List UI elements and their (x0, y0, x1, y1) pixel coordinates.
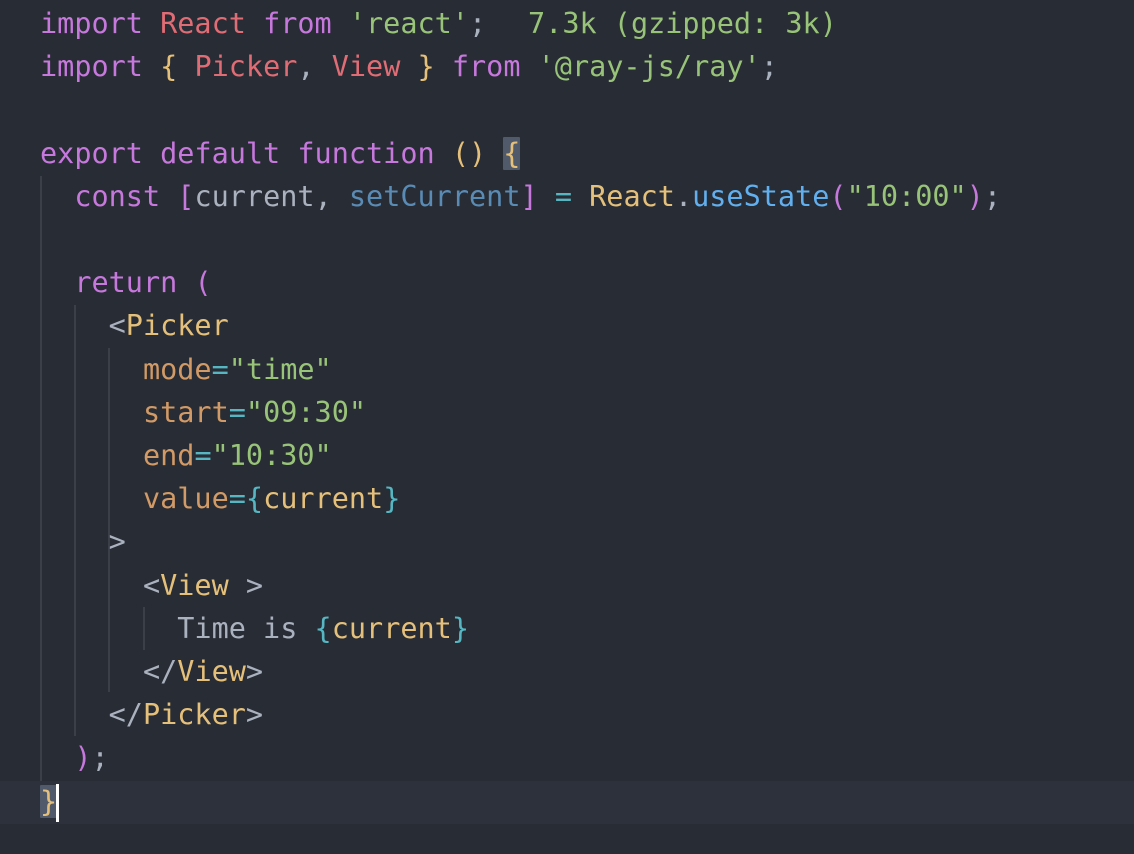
code-token: mode (40, 353, 212, 386)
code-token: } (383, 482, 401, 515)
code-token: Picker (194, 50, 298, 83)
code-token: current (331, 612, 452, 645)
code-token: = (211, 353, 229, 386)
code-token: setCurrent (348, 180, 521, 213)
code-token: } (451, 612, 469, 645)
code-token: </ (40, 698, 143, 731)
code-token: </ (40, 655, 178, 688)
code-token: { (160, 50, 195, 83)
code-line[interactable]: </View> (40, 650, 263, 693)
code-token: , (297, 50, 332, 83)
code-token: < (40, 309, 126, 342)
code-token: ; (91, 741, 109, 774)
code-token: ) (966, 180, 984, 213)
code-token: React (160, 7, 264, 40)
code-token: () (451, 137, 504, 170)
code-line[interactable]: const [current, setCurrent] = React.useS… (40, 175, 1001, 218)
code-token: View (160, 569, 246, 602)
code-token: Picker (125, 309, 229, 342)
text-cursor (56, 784, 59, 822)
code-token: from (451, 50, 538, 83)
code-line[interactable]: <Picker (40, 304, 229, 347)
code-line[interactable]: </Picker> (40, 693, 263, 736)
code-token: React (589, 180, 675, 213)
code-token: < (40, 569, 161, 602)
code-token: . (674, 180, 693, 213)
code-token: [ (177, 180, 195, 213)
code-token: ; (468, 7, 487, 40)
code-line[interactable]: end="10:30" (40, 434, 332, 477)
code-token: > (40, 525, 126, 558)
code-token: = (228, 396, 246, 429)
code-token: current (194, 180, 315, 213)
code-token: Picker (142, 698, 246, 731)
import-cost-hint: 7.3k (gzipped: 3k) (528, 7, 837, 40)
code-token: return (40, 266, 195, 299)
code-token: current (263, 482, 384, 515)
code-token: const (40, 180, 178, 213)
code-line[interactable]: import React from 'react'; (40, 2, 486, 45)
code-token: = (554, 180, 590, 213)
code-line[interactable]: ); (40, 736, 109, 779)
code-line[interactable]: start="09:30" (40, 391, 366, 434)
code-token: "09:30" (245, 396, 367, 429)
code-token: end (40, 439, 195, 472)
code-token: '@ray-js/ray' (537, 50, 761, 83)
code-token: useState (692, 180, 830, 213)
code-token: { (314, 612, 332, 645)
code-line[interactable]: } (40, 780, 58, 823)
code-token: "10:30" (211, 439, 332, 472)
code-line[interactable]: > (40, 520, 126, 563)
code-token: = (194, 439, 212, 472)
code-token: View (177, 655, 246, 688)
code-line[interactable]: value={current} (40, 477, 400, 520)
code-token: "time" (228, 353, 332, 386)
code-token: "10:00" (846, 180, 967, 213)
code-token: > (245, 698, 264, 731)
code-line[interactable]: return ( (40, 261, 212, 304)
code-line[interactable]: mode="time" (40, 348, 332, 391)
code-line[interactable]: import { Picker, View } from '@ray-js/ra… (40, 45, 778, 88)
code-token: ( (829, 180, 847, 213)
code-line[interactable]: <View > (40, 564, 263, 607)
code-token: ; (983, 180, 1002, 213)
code-token: { (503, 137, 521, 170)
code-token: { (245, 482, 264, 515)
code-token: from (263, 7, 349, 40)
code-token: , (314, 180, 349, 213)
code-token: ( (194, 266, 212, 299)
current-line-highlight (0, 781, 1134, 824)
code-token: ] (520, 180, 555, 213)
code-token: } (40, 785, 58, 818)
code-token: export default function (40, 137, 452, 170)
code-token: value (40, 482, 229, 515)
code-token: View (331, 50, 418, 83)
code-token: import (40, 50, 161, 83)
code-token: ) (40, 741, 92, 774)
code-token: > (245, 655, 264, 688)
code-token: start (40, 396, 229, 429)
code-token: 'react' (348, 7, 469, 40)
code-token: } (417, 50, 452, 83)
code-token: import (40, 7, 161, 40)
code-token: ; (760, 50, 778, 83)
code-editor[interactable]: import React from 'react'; import { Picke… (0, 0, 1134, 854)
code-token: > (245, 569, 264, 602)
code-token: Time is (40, 612, 315, 645)
code-line[interactable]: Time is {current} (40, 607, 469, 650)
code-token: = (228, 482, 246, 515)
code-line[interactable]: export default function () { (40, 132, 521, 175)
